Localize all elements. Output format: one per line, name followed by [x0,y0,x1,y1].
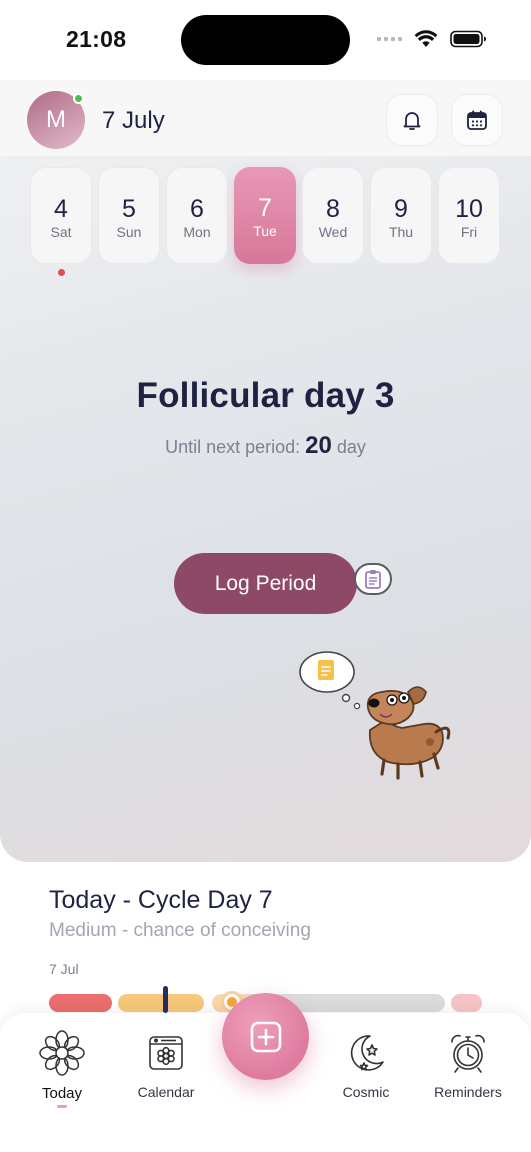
wifi-icon [414,30,438,47]
dog-mascot [299,651,451,780]
today-marker [163,986,168,1013]
phase-title: Follicular day 3 [136,376,395,415]
nav-cosmic[interactable]: Cosmic [316,1013,416,1123]
alarm-clock-icon [451,1034,485,1073]
day-number: 5 [122,195,136,223]
notifications-button[interactable] [386,94,438,146]
next-period-value: 20 [305,432,332,459]
period-indicator-dot [58,269,65,276]
day-10[interactable]: 10 Fri [438,167,500,264]
next-period-countdown: Until next period: 20 day [0,432,531,460]
log-period-button[interactable]: Log Period [174,553,357,614]
day-9[interactable]: 9 Thu [370,167,432,264]
day-weekday: Tue [253,223,277,239]
day-number: 4 [54,195,68,223]
bell-icon [403,112,421,130]
day-8[interactable]: 8 Wed [302,167,364,264]
nav-reminders[interactable]: Reminders [418,1013,518,1123]
day-weekday: Wed [318,224,348,240]
cycle-overview-panel: M 7 July 4 Sat 5 Sun 6 Mon 7 Tue 8 Wed 9… [0,80,531,862]
add-entry-button[interactable] [222,993,309,1080]
day-number: 6 [190,195,204,223]
status-bar: 21:08 [0,0,531,80]
cycle-date-label: 7 Jul [49,961,79,977]
active-tab-indicator [57,1105,67,1108]
nav-label: Reminders [434,1084,502,1100]
next-period-unit: day [336,437,366,457]
avatar-initial: M [46,106,66,133]
moon-stars-icon [350,1035,384,1071]
day-weekday: Thu [388,224,414,240]
day-weekday: Fri [460,224,478,240]
cycle-segment-fertile [118,994,204,1012]
status-time: 21:08 [66,26,127,52]
cycle-day-title: Today - Cycle Day 7 [49,886,273,914]
day-weekday: Mon [183,224,211,240]
day-5[interactable]: 5 Sun [98,167,160,264]
nav-today[interactable]: Today [12,1013,112,1123]
notes-bubble-button[interactable] [354,563,392,595]
day-number: 8 [326,195,340,223]
next-period-label: Until next period: [165,437,301,457]
flower-icon [39,1030,85,1076]
day-number: 7 [258,194,272,222]
nav-calendar[interactable]: Calendar [116,1013,216,1123]
nav-label: Calendar [137,1084,195,1100]
battery-icon [450,30,486,48]
cellular-signal-icon [377,37,402,41]
day-weekday: Sun [116,224,142,240]
week-strip: 4 Sat 5 Sun 6 Mon 7 Tue 8 Wed 9 Thu 10 F… [30,167,502,265]
cycle-segment-next-period [451,994,482,1012]
online-status-dot [73,93,84,104]
day-weekday: Sat [50,224,72,240]
conception-chance: Medium - chance of conceiving [49,920,311,941]
day-4[interactable]: 4 Sat [30,167,92,264]
nav-label: Today [41,1085,83,1102]
clipboard-icon [365,570,381,589]
status-icons [377,30,487,48]
day-7-selected[interactable]: 7 Tue [234,167,296,264]
calendar-flower-icon [149,1036,183,1070]
plus-square-icon [250,1021,281,1052]
day-number: 10 [455,195,483,223]
dynamic-island [181,15,350,65]
day-6[interactable]: 6 Mon [166,167,228,264]
header-date: 7 July [102,107,165,134]
calendar-icon [467,110,487,130]
calendar-button[interactable] [451,94,503,146]
day-number: 9 [394,195,408,223]
cycle-segment-period [49,994,112,1012]
nav-label: Cosmic [342,1084,390,1100]
